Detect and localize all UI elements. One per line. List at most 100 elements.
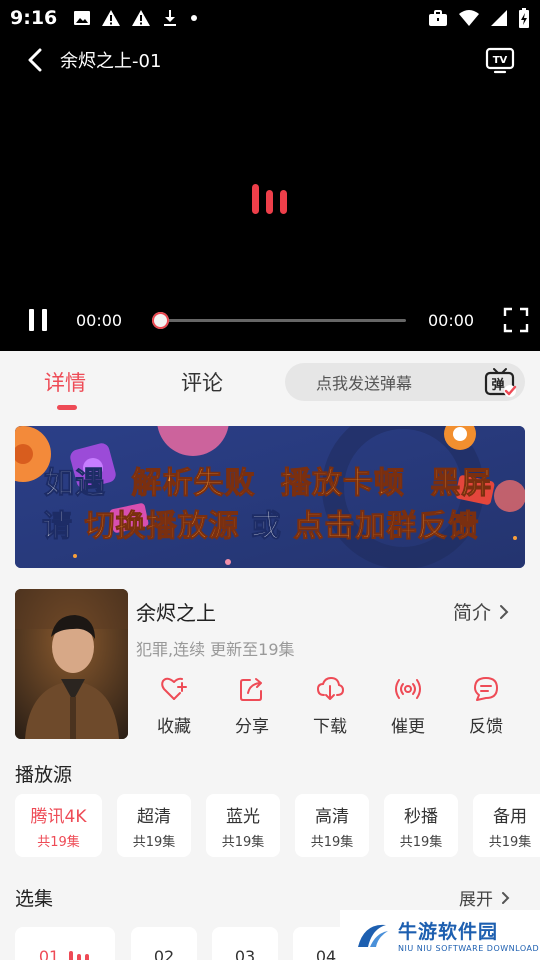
notice-banner[interactable]: 如遇 解析失败 播放卡顿 黑屏 请 切换播放源 或 点击加群反馈 xyxy=(15,426,525,568)
chevron-right-icon xyxy=(502,891,510,904)
action-label: 下载 xyxy=(313,717,347,737)
detail-tabs: 详情 评论 点我发送弹幕 弹 xyxy=(0,351,540,416)
episode-item[interactable]: 01 xyxy=(15,927,115,960)
source-count: 共19集 xyxy=(310,834,354,850)
banner-text: 切换播放源 xyxy=(84,509,240,545)
playing-bars-icon xyxy=(69,951,90,960)
expand-label: 展开 xyxy=(459,890,493,910)
watermark-sub: NIU NIU SOFTWARE DOWNLOAD xyxy=(398,944,540,953)
danmu-placeholder: 点我发送弹幕 xyxy=(316,374,413,393)
video-player[interactable]: 9:16 余烬之上-01 TV 00:00 00:00 xyxy=(0,0,540,351)
heart-plus-icon xyxy=(161,677,187,700)
source-name: 备用 xyxy=(493,806,527,827)
sources-title: 播放源 xyxy=(15,764,73,786)
chevron-left-icon xyxy=(28,48,42,72)
loading-bars-icon xyxy=(252,184,287,214)
action-row: 收藏 分享 下载 催更 反馈 xyxy=(136,675,540,745)
tv-cast-icon[interactable]: TV xyxy=(484,44,516,76)
source-item[interactable]: 高清 共19集 xyxy=(295,794,369,857)
cloud-download-icon xyxy=(316,676,344,700)
urge-update-button[interactable]: 催更 xyxy=(373,675,443,737)
share-icon xyxy=(240,678,262,701)
current-time: 00:00 xyxy=(76,310,123,330)
watermark-text: 牛游软件园 NIU NIU SOFTWARE DOWNLOAD xyxy=(398,917,539,953)
source-list: 腾讯4K 共19集 超清 共19集 蓝光 共19集 高清 共19集 秒播 共19… xyxy=(15,794,540,858)
status-bar: 9:16 xyxy=(0,0,540,36)
feedback-chat-icon xyxy=(474,677,498,701)
signal-icon xyxy=(491,10,507,26)
show-meta: 犯罪,连续 更新至19集 xyxy=(136,640,295,659)
video-title: 余烬之上-01 xyxy=(60,51,162,72)
download-button[interactable]: 下载 xyxy=(295,675,365,737)
episode-item[interactable]: 03 xyxy=(212,927,278,960)
episode-item[interactable]: 02 xyxy=(131,927,197,960)
tab-comments[interactable]: 评论 xyxy=(181,367,223,397)
source-count: 共19集 xyxy=(221,834,265,850)
episode-label: 03 xyxy=(234,947,256,960)
intro-button[interactable]: 简介 xyxy=(453,598,509,625)
source-item[interactable]: 超清 共19集 xyxy=(117,794,191,857)
app-root: 9:16 余烬之上-01 TV 00:00 00:00 详情 评论 点我发送弹幕… xyxy=(0,0,540,960)
dot-icon xyxy=(191,15,198,21)
expand-button[interactable]: 展开 xyxy=(459,885,510,910)
banner-text: 点击加群反馈 xyxy=(293,509,480,545)
favorite-button[interactable]: 收藏 xyxy=(139,675,209,737)
watermark-main: 牛游软件园 xyxy=(398,921,499,943)
danmu-toggle-icon[interactable]: 弹 xyxy=(483,366,517,398)
chevron-right-icon xyxy=(500,604,509,619)
fullscreen-icon[interactable] xyxy=(502,306,530,334)
source-item[interactable]: 蓝光 共19集 xyxy=(206,794,280,857)
tab-indicator xyxy=(57,405,77,410)
briefcase-icon xyxy=(429,10,447,26)
source-name: 腾讯4K xyxy=(30,806,87,827)
seek-thumb[interactable] xyxy=(152,312,169,329)
warning-icon xyxy=(132,10,151,26)
player-top-bar: 余烬之上-01 TV xyxy=(0,40,540,80)
banner-text: 如遇 xyxy=(44,466,106,502)
action-label: 分享 xyxy=(235,717,269,737)
banner-text: 黑屏 xyxy=(430,466,493,502)
status-system-icons xyxy=(428,8,530,28)
source-count: 共19集 xyxy=(37,834,80,850)
source-count: 共19集 xyxy=(399,834,443,850)
pause-icon[interactable] xyxy=(24,305,54,335)
banner-text: 播放卡顿 xyxy=(280,466,405,502)
status-notification-icons xyxy=(73,9,199,27)
seek-track xyxy=(152,319,406,322)
source-count: 共19集 xyxy=(132,834,176,850)
source-name: 秒播 xyxy=(404,806,438,827)
intro-label: 简介 xyxy=(453,602,492,624)
source-item[interactable]: 腾讯4K 共19集 xyxy=(15,794,102,857)
banner-line-1: 如遇 解析失败 播放卡顿 黑屏 xyxy=(44,458,525,502)
player-controls: 00:00 00:00 xyxy=(0,300,540,340)
status-time: 9:16 xyxy=(10,7,58,29)
episode-label: 01 xyxy=(38,947,60,960)
source-item[interactable]: 备用 共19集 xyxy=(473,794,540,857)
banner-text: 或 xyxy=(250,509,282,545)
danmu-input[interactable]: 点我发送弹幕 弹 xyxy=(285,363,525,401)
banner-text: 解析失败 xyxy=(131,466,256,502)
banner-line-2: 请 切换播放源 或 点击加群反馈 xyxy=(42,501,525,545)
episode-label: 04 xyxy=(315,947,337,960)
svg-text:弹: 弹 xyxy=(491,377,504,393)
action-label: 收藏 xyxy=(157,717,191,737)
battery-icon xyxy=(519,8,529,28)
source-name: 蓝光 xyxy=(226,806,260,827)
broadcast-icon xyxy=(395,679,421,699)
svg-text:TV: TV xyxy=(493,55,508,66)
watermark: 牛游软件园 NIU NIU SOFTWARE DOWNLOAD xyxy=(340,910,540,960)
seek-bar[interactable] xyxy=(152,310,406,330)
warning-icon xyxy=(102,10,121,26)
share-button[interactable]: 分享 xyxy=(217,675,287,737)
source-count: 共19集 xyxy=(488,834,532,850)
tab-details[interactable]: 详情 xyxy=(44,367,86,397)
episodes-title: 选集 xyxy=(15,888,54,910)
source-item[interactable]: 秒播 共19集 xyxy=(384,794,458,857)
show-poster[interactable] xyxy=(15,589,128,739)
feedback-button[interactable]: 反馈 xyxy=(451,675,521,737)
image-icon xyxy=(74,11,91,25)
back-button[interactable] xyxy=(12,40,58,80)
poster-image xyxy=(15,589,128,739)
wifi-icon xyxy=(459,10,479,26)
episode-label: 02 xyxy=(153,947,175,960)
